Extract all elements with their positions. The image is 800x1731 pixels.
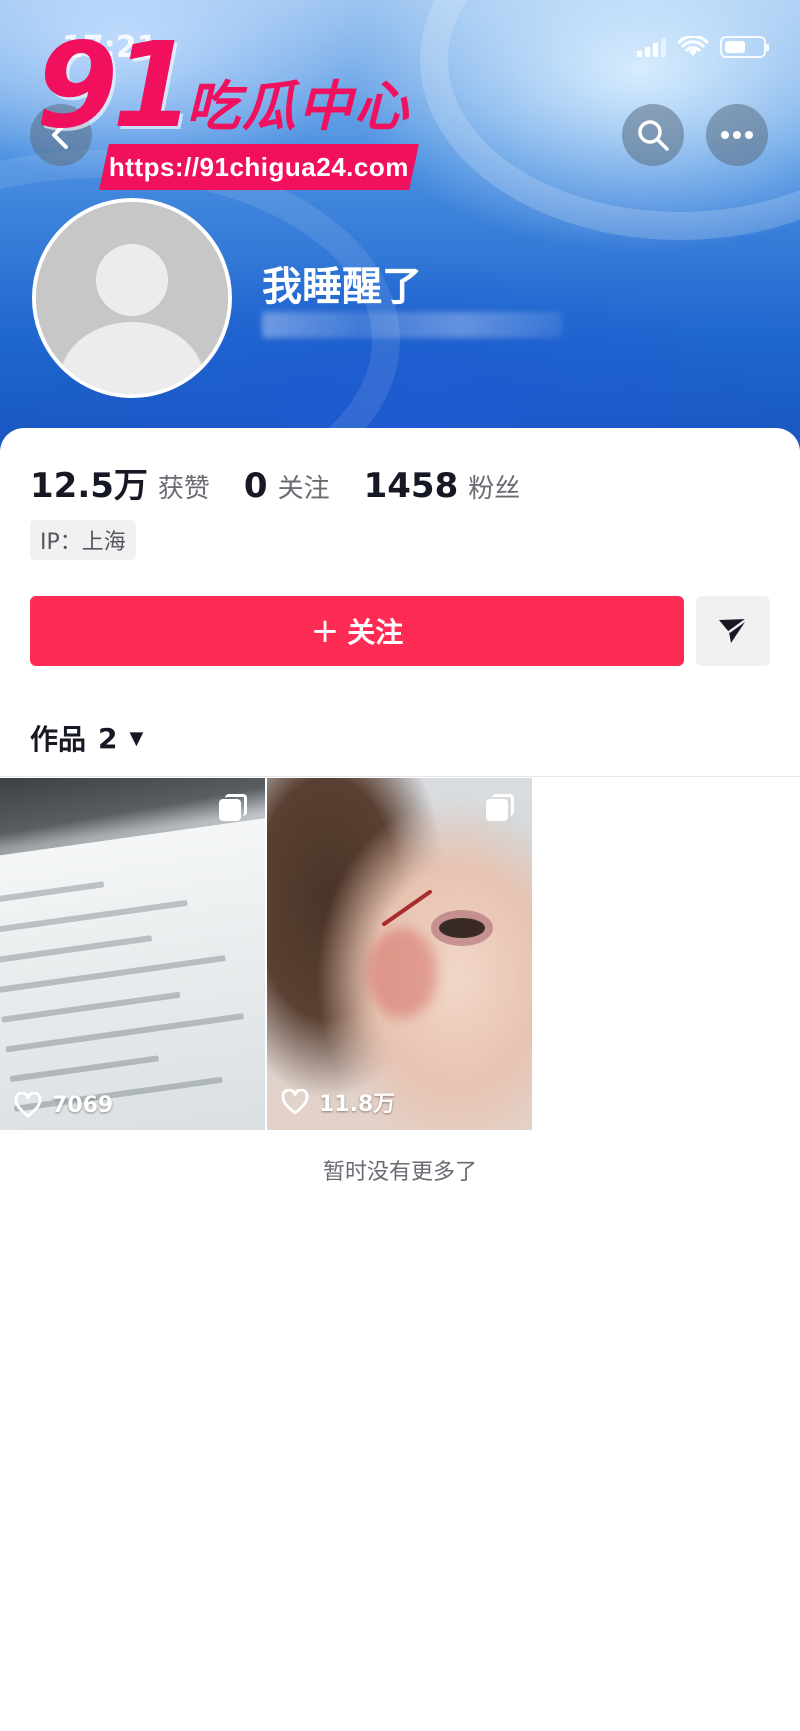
stat-likes[interactable]: 12.5万 获赞 [30,458,210,507]
stat-label: 关注 [277,474,330,504]
battery-icon [720,36,769,58]
tab-works[interactable]: 作品 2 ▼ [30,718,143,758]
stat-value: 0 [243,466,268,506]
follow-label: 关注 [347,616,404,649]
heart-icon [14,1092,42,1118]
works-grid: 7069 11.8万 [0,778,532,1130]
like-count: 11.8万 [281,1086,395,1118]
like-count-value: 11.8万 [319,1092,396,1117]
photo-detail [439,918,485,938]
ip-location-tag: IP：上海 [30,520,136,560]
profile-stats: 12.5万 获赞 0 关注 1458 粉丝 [30,458,554,507]
work-thumbnail[interactable]: 7069 [0,778,265,1130]
photo-detail [381,889,433,927]
stat-label: 粉丝 [468,474,521,504]
stat-value: 12.5万 [30,466,148,506]
work-thumbnail[interactable]: 11.8万 [267,778,532,1130]
works-count: 2 [98,721,118,755]
photo-detail [367,928,437,1018]
like-count: 7069 [14,1092,113,1118]
watermark-url: https://91chigua24.com [109,151,409,182]
multi-image-icon [219,794,247,822]
send-icon [719,617,748,643]
works-tab-label: 作品 [30,723,87,756]
stat-following[interactable]: 0 关注 [244,466,330,506]
more-button[interactable] [706,104,768,166]
stat-value: 1458 [363,466,459,506]
no-more-text: 暂时没有更多了 [322,1160,477,1185]
caret-down-icon: ▼ [129,727,144,749]
follow-button[interactable]: + 关注 [30,596,684,666]
watermark-logo: 91 吃瓜中心 https://91chigua24.com [36,26,419,196]
profile-sheet: 12.5万 获赞 0 关注 1458 粉丝 IP：上海 + 关注 作品 2 ▼ [0,428,800,1731]
status-icons [637,36,769,58]
search-button[interactable] [622,104,684,166]
watermark-title: 吃瓜中心 [186,75,410,138]
avatar[interactable] [32,198,232,398]
watermark-number: 91 [36,16,194,154]
stat-label: 获赞 [157,474,210,504]
profile-banner: 17:21 91 吃瓜中心 https://91chigua24.com 我睡醒… [0,0,800,450]
like-count-value: 7069 [52,1092,114,1118]
profile-nickname: 我睡醒了 [262,264,422,310]
more-dots-icon [721,131,753,139]
blurred-user-id [262,312,562,338]
signal-icon [637,37,666,57]
plus-icon: + [310,611,340,651]
heart-icon [281,1089,309,1115]
divider [0,776,800,777]
search-icon [638,120,669,151]
multi-image-icon [486,794,514,822]
message-button[interactable] [696,596,770,666]
default-avatar-icon [36,202,228,394]
document-image [0,816,265,1130]
stat-followers[interactable]: 1458 粉丝 [364,466,521,506]
watermark-url-banner: https://91chigua24.com [99,144,419,190]
wifi-icon [678,36,708,56]
